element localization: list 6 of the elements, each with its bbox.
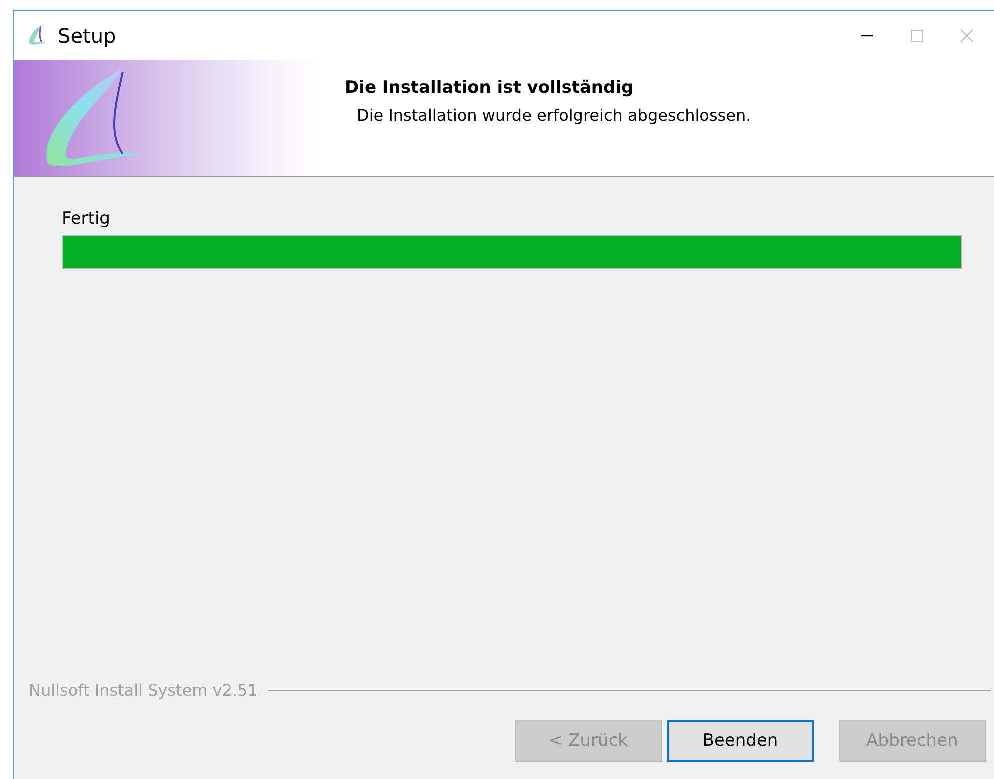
dialog-button[interactable]: Beenden [667,720,814,762]
header-title: Die Installation ist vollständig [345,78,635,98]
status-label: Fertig [62,209,112,229]
branding-text: Nullsoft Install System v2.51 [29,681,258,700]
window-title: Setup [58,24,116,48]
header-subtitle: Die Installation wurde erfolgreich abgeschlossen. [357,106,752,125]
